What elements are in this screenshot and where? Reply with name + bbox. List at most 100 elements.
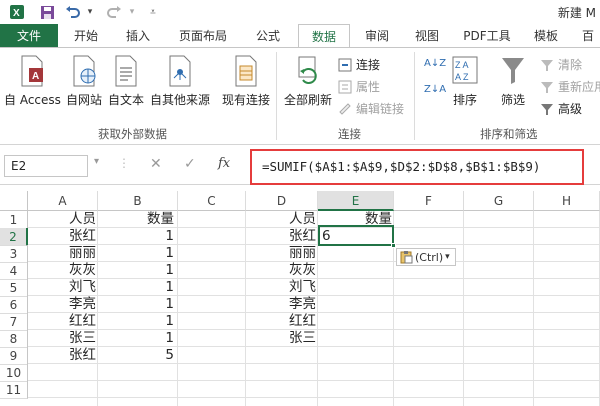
connections-button[interactable]: 连接 (338, 56, 380, 73)
cell-a5[interactable]: 刘飞 (28, 278, 98, 296)
paste-options-dropdown-icon: ▾ (445, 252, 450, 262)
svg-text:A: A (32, 71, 39, 82)
cell-b3[interactable]: 1 (98, 244, 178, 262)
cell-a1[interactable]: 人员 (28, 210, 98, 228)
tab-file[interactable]: 文件 (0, 24, 58, 48)
advanced-filter-button[interactable]: 高级 (540, 100, 582, 117)
cell-b9[interactable]: 5 (98, 346, 178, 364)
cell-b1[interactable]: 数量 (98, 210, 178, 228)
name-box[interactable]: E2 (4, 155, 88, 177)
cell-a7[interactable]: 红红 (28, 312, 98, 330)
filter-button[interactable]: 筛选 (500, 54, 526, 108)
worksheet-grid[interactable]: ABCDEFGH 1 2 3 4 5 6 7 8 9 10 11 人员 张红 丽丽 灰灰 刘飞 李亮 红红 张三张… (0, 185, 600, 406)
from-other-sources-button[interactable]: 自其他来源 (150, 54, 210, 108)
cell-a2[interactable]: 张红 (28, 227, 98, 245)
access-icon: A (21, 55, 44, 87)
cell-b4[interactable]: 1 (98, 261, 178, 279)
tab-more[interactable]: 百 (576, 24, 600, 48)
tab-home[interactable]: 开始 (64, 24, 108, 48)
redo-icon[interactable] (104, 3, 124, 21)
refresh-all-button[interactable]: 全部刷新 (284, 54, 332, 108)
row-header-7[interactable]: 7 (0, 313, 28, 331)
column-header-a[interactable]: A (28, 191, 98, 211)
properties-button[interactable]: 属性 (338, 78, 380, 95)
properties-icon (338, 80, 352, 93)
undo-icon[interactable] (62, 3, 82, 21)
clipboard-icon (400, 251, 413, 264)
from-access-button[interactable]: A 自 Access (4, 54, 61, 108)
column-header-d[interactable]: D (246, 191, 318, 211)
existing-connections-button[interactable]: 现有连接 (222, 54, 270, 108)
tab-pdf-tools[interactable]: PDF工具 (456, 24, 518, 48)
from-web-button[interactable]: 自网站 (66, 54, 102, 108)
tab-view[interactable]: 视图 (406, 24, 448, 48)
row-header-9[interactable]: 9 (0, 347, 28, 365)
cell-a3[interactable]: 丽丽 (28, 244, 98, 262)
cell-b7[interactable]: 1 (98, 312, 178, 330)
tab-data[interactable]: 数据 (298, 24, 350, 48)
reapply-filter-label: 重新应用 (558, 80, 600, 94)
edit-links-button[interactable]: 编辑链接 (338, 100, 404, 117)
column-header-f[interactable]: F (394, 191, 464, 211)
sort-descending-button[interactable]: Z↓A (424, 84, 446, 95)
cell-a4[interactable]: 灰灰 (28, 261, 98, 279)
cell-d3[interactable]: 丽丽 (246, 244, 318, 262)
cell-a8[interactable]: 张三 (28, 329, 98, 347)
formula-bar: E2 ▾ ⋮ ✕ ✓ fx =SUMIF($A$1:$A$9,$D$2:$D$8… (0, 145, 600, 185)
title-bar: X ▾ ▾ ⩡ 新建 M (0, 0, 600, 24)
advanced-filter-label: 高级 (558, 102, 583, 116)
cell-a6[interactable]: 李亮 (28, 295, 98, 313)
cell-d4[interactable]: 灰灰 (246, 261, 318, 279)
row-header-4[interactable]: 4 (0, 262, 28, 280)
cell-d8[interactable]: 张三 (246, 329, 318, 347)
cell-d5[interactable]: 刘飞 (246, 278, 318, 296)
sort-button[interactable]: Z A A Z 排序 (452, 54, 478, 108)
from-other-sources-label: 自其他来源 (150, 93, 211, 107)
cell-d2[interactable]: 张红 (246, 227, 318, 245)
customize-toolbar-icon[interactable]: ⩡ (146, 3, 160, 21)
tab-templates[interactable]: 模板 (526, 24, 566, 48)
column-header-h[interactable]: H (534, 191, 600, 211)
cell-b8[interactable]: 1 (98, 329, 178, 347)
row-header-11[interactable]: 11 (0, 381, 28, 399)
cell-a9[interactable]: 张红 (28, 346, 98, 364)
cell-d6[interactable]: 李亮 (246, 295, 318, 313)
tab-review[interactable]: 审阅 (356, 24, 398, 48)
clear-filter-button[interactable]: 清除 (540, 56, 582, 73)
column-header-c[interactable]: C (178, 191, 246, 211)
column-header-e[interactable]: E (318, 191, 394, 211)
formula-input[interactable]: =SUMIF($A$1:$A$9,$D$2:$D$8,$B$1:$B$9) (262, 159, 540, 174)
edit-links-icon (339, 102, 351, 115)
sort-ascending-button[interactable]: A↓Z (424, 58, 446, 69)
cell-d7[interactable]: 红红 (246, 312, 318, 330)
reapply-filter-button[interactable]: 重新应用 (540, 78, 600, 95)
paste-options-button[interactable]: (Ctrl) ▾ (396, 248, 456, 266)
tab-formulas[interactable]: 公式 (246, 24, 290, 48)
tab-insert[interactable]: 插入 (116, 24, 160, 48)
cancel-icon[interactable]: ✕ (150, 156, 162, 172)
insert-function-icon[interactable]: fx (218, 156, 230, 171)
save-icon[interactable] (36, 3, 58, 21)
row-header-6[interactable]: 6 (0, 296, 28, 314)
cell-b6[interactable]: 1 (98, 295, 178, 313)
row-header-1[interactable]: 1 (0, 211, 28, 229)
cell-b2[interactable]: 1 (98, 227, 178, 245)
cell-d1[interactable]: 人员 (246, 210, 318, 228)
row-header-2[interactable]: 2 (0, 228, 28, 246)
row-header-5[interactable]: 5 (0, 279, 28, 297)
row-header-8[interactable]: 8 (0, 330, 28, 348)
cell-b5[interactable]: 1 (98, 278, 178, 296)
undo-dropdown-icon[interactable]: ▾ (84, 3, 96, 21)
enter-icon[interactable]: ✓ (184, 156, 196, 172)
column-header-g[interactable]: G (464, 191, 534, 211)
refresh-icon (298, 56, 317, 84)
select-all-corner[interactable] (0, 191, 28, 211)
tab-page-layout[interactable]: 页面布局 (170, 24, 236, 48)
row-header-3[interactable]: 3 (0, 245, 28, 263)
name-box-dropdown-icon[interactable]: ▾ (94, 156, 99, 167)
row-header-10[interactable]: 10 (0, 364, 28, 382)
from-text-button[interactable]: 自文本 (108, 54, 144, 108)
redo-dropdown-icon[interactable]: ▾ (126, 3, 138, 21)
ribbon-data: A 自 Access 自网站 自文本 自其他来源 现有连接 获取外部数据 全部刷… (0, 47, 600, 145)
column-header-b[interactable]: B (98, 191, 178, 211)
